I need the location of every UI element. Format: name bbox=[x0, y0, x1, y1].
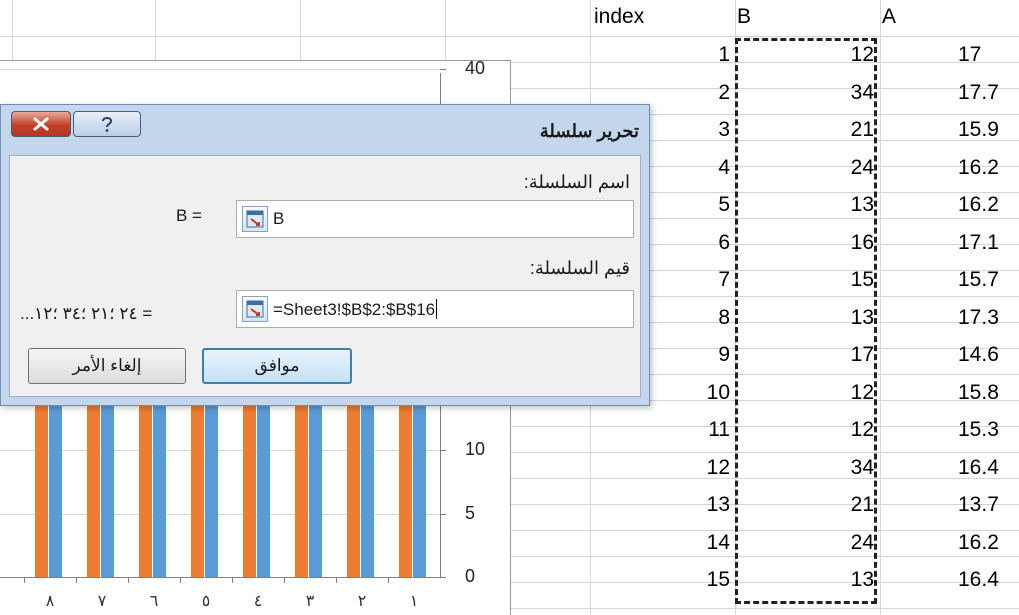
cell-index[interactable]: 9 bbox=[650, 342, 730, 368]
series-name-preview: B = bbox=[176, 206, 202, 225]
cell-a[interactable]: 14.6 bbox=[958, 342, 1019, 368]
series-values-field-text: =Sheet3!$B$2:$B$16 bbox=[273, 299, 438, 320]
cell-a[interactable]: 17.7 bbox=[958, 80, 1019, 106]
cell-a[interactable]: 17.1 bbox=[958, 230, 1019, 256]
dialog-title: تحرير سلسلة bbox=[539, 121, 639, 141]
y-axis-tick-label: 40 bbox=[465, 58, 486, 78]
cell-a[interactable]: 17 bbox=[958, 42, 1019, 68]
chart-gridline bbox=[0, 69, 440, 70]
cell-a[interactable]: 17.3 bbox=[958, 305, 1019, 331]
column-header-index[interactable]: index bbox=[594, 4, 644, 30]
series-values-value: =Sheet3!$B$2:$B$16 bbox=[273, 300, 436, 319]
cell-index[interactable]: 13 bbox=[650, 492, 730, 518]
cell-a[interactable]: 15.9 bbox=[958, 117, 1019, 143]
x-axis-category-label: ٤ bbox=[253, 593, 263, 610]
collapse-dialog-button[interactable] bbox=[242, 296, 268, 322]
cell-index[interactable]: 1 bbox=[650, 42, 730, 68]
cell-index[interactable]: 12 bbox=[650, 455, 730, 481]
x-axis-tick bbox=[232, 577, 233, 583]
y-axis-tick-label: 10 bbox=[465, 439, 486, 459]
gridline bbox=[445, 0, 446, 60]
cancel-button[interactable]: إلغاء الأمر bbox=[28, 348, 186, 384]
x-axis-tick bbox=[388, 577, 389, 583]
x-axis-tick bbox=[76, 577, 77, 583]
collapse-dialog-button[interactable] bbox=[242, 206, 268, 232]
cell-a[interactable]: 15.7 bbox=[958, 267, 1019, 293]
x-axis-category-label: ٧ bbox=[97, 593, 107, 610]
cell-index[interactable]: 6 bbox=[650, 230, 730, 256]
x-axis-tick bbox=[24, 577, 25, 583]
x-axis-category-label: ٨ bbox=[45, 593, 55, 610]
chart-gridline bbox=[0, 513, 440, 515]
series-values-label: قيم السلسلة: bbox=[529, 258, 630, 278]
cell-index[interactable]: 15 bbox=[650, 567, 730, 593]
cell-index[interactable]: 2 bbox=[650, 80, 730, 106]
selected-range-marquee bbox=[735, 38, 877, 604]
series-values-preview: ...٢٤ ؛٢١ ؛٣٤ ؛١٢ = bbox=[20, 304, 153, 323]
cell-index[interactable]: 11 bbox=[650, 417, 730, 443]
close-button[interactable] bbox=[11, 111, 71, 137]
cell-a[interactable]: 16.2 bbox=[958, 530, 1019, 556]
y-axis-tick-label: 5 bbox=[465, 502, 476, 523]
text-caret bbox=[436, 299, 438, 319]
cell-index[interactable]: 5 bbox=[650, 192, 730, 218]
cell-a[interactable]: 13.7 bbox=[958, 492, 1019, 518]
cell-a[interactable]: 16.2 bbox=[958, 155, 1019, 181]
cell-index[interactable]: 3 bbox=[650, 117, 730, 143]
cell-a[interactable]: 16.4 bbox=[958, 455, 1019, 481]
column-header-b[interactable]: B bbox=[737, 4, 751, 30]
gridline bbox=[880, 0, 881, 614]
cell-index[interactable]: 10 bbox=[650, 380, 730, 406]
y-axis-tick-label: 0 bbox=[465, 566, 476, 586]
x-axis-tick bbox=[336, 577, 337, 583]
x-axis-category-label: ١ bbox=[409, 593, 419, 610]
x-axis-category-label: ٣ bbox=[305, 593, 315, 610]
column-header-a[interactable]: A bbox=[882, 4, 896, 30]
cell-a[interactable]: 16.4 bbox=[958, 567, 1019, 593]
series-name-label: اسم السلسلة: bbox=[523, 172, 630, 192]
dialog-body: اسم السلسلة: B = B قيم السلسلة: ...٢٤ ؛٢… bbox=[9, 155, 641, 397]
series-name-input[interactable]: B bbox=[236, 200, 634, 238]
x-axis-tick bbox=[128, 577, 129, 583]
dialog-titlebar[interactable]: تحرير سلسلة bbox=[1, 105, 649, 157]
x-axis-category-label: ٦ bbox=[149, 593, 159, 610]
x-axis-category-label: ٥ bbox=[201, 593, 211, 610]
edit-series-dialog: تحرير سلسلة اسم السلسلة: B = B قيم السلس… bbox=[0, 104, 650, 406]
ok-button[interactable]: موافق bbox=[202, 348, 352, 384]
cell-index[interactable]: 7 bbox=[650, 267, 730, 293]
cell-a[interactable]: 15.8 bbox=[958, 380, 1019, 406]
series-values-input[interactable]: =Sheet3!$B$2:$B$16 bbox=[236, 290, 634, 328]
x-axis-tick bbox=[180, 577, 181, 583]
gridline bbox=[300, 0, 301, 60]
cell-a[interactable]: 15.3 bbox=[958, 417, 1019, 443]
gridline bbox=[0, 36, 1019, 37]
y-axis-tick bbox=[440, 69, 446, 70]
gridline bbox=[12, 0, 13, 60]
x-axis-line bbox=[0, 577, 441, 578]
cell-index[interactable]: 4 bbox=[650, 155, 730, 181]
series-name-value: B bbox=[273, 209, 285, 228]
cell-index[interactable]: 14 bbox=[650, 530, 730, 556]
help-button[interactable] bbox=[73, 111, 141, 137]
gridline bbox=[155, 0, 156, 60]
cell-index[interactable]: 8 bbox=[650, 305, 730, 331]
x-axis-tick bbox=[284, 577, 285, 583]
chart-gridline bbox=[0, 450, 440, 451]
cell-a[interactable]: 16.2 bbox=[958, 192, 1019, 218]
x-axis-category-label: ٢ bbox=[357, 593, 367, 610]
